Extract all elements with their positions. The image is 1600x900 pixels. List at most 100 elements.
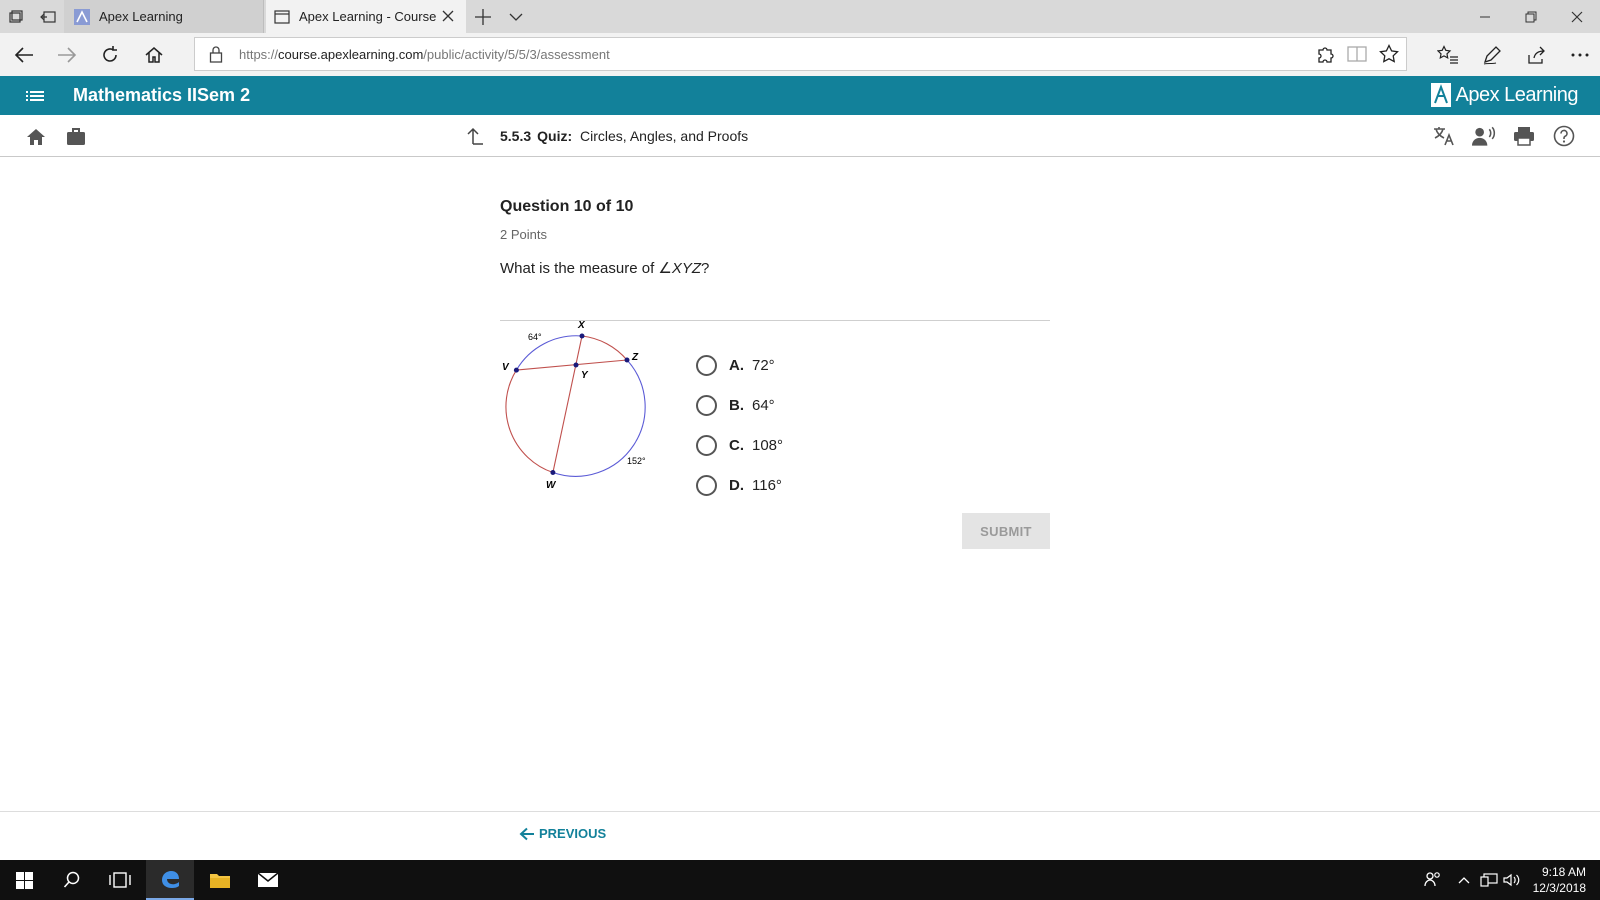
radio-button[interactable] — [696, 394, 717, 416]
point-x — [579, 333, 585, 339]
question-suffix: ? — [701, 260, 710, 277]
answer-value: 64° — [752, 396, 775, 414]
search-icon[interactable] — [48, 860, 96, 900]
radio-button[interactable] — [696, 434, 717, 456]
minimize-icon[interactable] — [1462, 0, 1508, 33]
close-tab-icon[interactable] — [440, 8, 456, 24]
up-level-arrow-icon[interactable] — [465, 126, 485, 146]
arc-xz — [581, 335, 628, 361]
course-home-icon[interactable] — [25, 126, 47, 148]
url-host: course.apexlearning.com — [278, 46, 424, 62]
pen-icon[interactable] — [1470, 39, 1514, 71]
share-icon[interactable] — [1514, 39, 1558, 71]
quiz-footer: PREVIOUS — [0, 811, 1600, 860]
label-x: X — [577, 320, 586, 331]
chevron-down-icon[interactable] — [503, 4, 529, 30]
tab-stack-icon[interactable] — [0, 0, 32, 33]
help-icon[interactable] — [1551, 123, 1576, 148]
previous-label: PREVIOUS — [539, 826, 607, 841]
address-bar[interactable]: https://course.apexlearning.com/public/a… — [194, 37, 1407, 71]
question-title: Question 10 of 10 — [500, 198, 634, 215]
answer-option-a[interactable]: A. 72° — [696, 345, 783, 385]
refresh-icon[interactable] — [94, 39, 126, 71]
angle-symbol: ∠ — [658, 260, 672, 277]
chord-vz — [516, 359, 628, 371]
favorites-hub-icon[interactable] — [1426, 39, 1470, 71]
translate-icon[interactable] — [1431, 123, 1456, 148]
close-window-icon[interactable] — [1554, 0, 1600, 33]
point-v — [513, 367, 519, 373]
system-tray: 9:18 AM 12/3/2018 — [1415, 860, 1600, 900]
activity-toolbar: 5.5.3 Quiz: Circles, Angles, and Proofs — [0, 115, 1600, 157]
home-icon[interactable] — [138, 39, 170, 71]
volume-icon[interactable] — [1501, 860, 1523, 900]
print-icon[interactable] — [1511, 123, 1536, 148]
set-aside-tabs-icon[interactable] — [32, 0, 64, 33]
submit-button[interactable]: SUBMIT — [962, 513, 1050, 549]
question-text: What is the measure of ∠XYZ? — [500, 259, 709, 277]
chevron-up-icon[interactable] — [1451, 860, 1477, 900]
answer-value: 116° — [752, 476, 782, 494]
point-w — [550, 470, 556, 475]
apex-learning-logo: Apex Learning — [1430, 81, 1579, 109]
answer-letter: C. — [729, 436, 744, 454]
arc-label-64: 64° — [528, 332, 542, 342]
course-title: Mathematics IISem 2 — [73, 85, 251, 105]
clock-time: 9:18 AM — [1541, 865, 1586, 879]
hamburger-menu-icon[interactable] — [24, 86, 46, 106]
course-header: Mathematics IISem 2 Apex Learning — [0, 76, 1600, 115]
answer-option-b[interactable]: B. 64° — [696, 385, 783, 425]
apex-logo-icon — [1430, 81, 1453, 109]
label-v: V — [502, 362, 510, 373]
answer-letter: A. — [729, 356, 744, 374]
answer-choices: A. 72° B. 64° C. 108° D. 116° — [696, 345, 783, 505]
browser-nav-bar: https://course.apexlearning.com/public/a… — [0, 33, 1600, 76]
new-tab-icon[interactable] — [470, 4, 496, 30]
circle-diagram: X Z V Y W 64° 152° — [502, 320, 646, 491]
url-text[interactable]: https://course.apexlearning.com/public/a… — [239, 47, 610, 62]
favorite-star-icon[interactable] — [1378, 43, 1400, 65]
arc-wv — [505, 369, 554, 474]
arc-label-152: 152° — [627, 456, 646, 466]
radio-button[interactable] — [696, 354, 717, 376]
clock-date: 12/3/2018 — [1532, 881, 1586, 895]
more-options-icon[interactable] — [1558, 39, 1600, 71]
taskbar-clock[interactable]: 9:18 AM 12/3/2018 — [1523, 864, 1600, 896]
brand-name: Apex Learning — [1455, 83, 1579, 106]
browser-tab-bar: Apex Learning Apex Learning - Course — [0, 0, 1600, 33]
briefcase-icon[interactable] — [65, 126, 87, 148]
angle-name: XYZ — [671, 260, 702, 277]
point-y — [573, 362, 579, 368]
task-view-icon[interactable] — [96, 860, 144, 900]
answer-value: 108° — [752, 436, 784, 454]
activity-breadcrumb: 5.5.3 Quiz: Circles, Angles, and Proofs — [500, 128, 748, 144]
restore-icon[interactable] — [1508, 0, 1554, 33]
activity-tools — [1431, 123, 1576, 148]
back-arrow-icon[interactable] — [8, 39, 40, 71]
forward-arrow-icon[interactable] — [51, 39, 83, 71]
mail-icon[interactable] — [244, 860, 292, 900]
answer-option-d[interactable]: D. 116° — [696, 465, 783, 505]
arrow-left-icon — [519, 827, 534, 840]
reading-view-icon[interactable] — [1346, 43, 1368, 65]
lock-icon[interactable] — [209, 45, 225, 63]
chord-xw — [552, 335, 583, 473]
file-explorer-icon[interactable] — [196, 860, 244, 900]
question-prompt: What is the measure of — [500, 260, 659, 277]
extension-puzzle-icon[interactable] — [1314, 43, 1336, 65]
tab-system-icons — [0, 0, 64, 33]
windows-start-icon[interactable] — [0, 860, 48, 900]
answer-option-c[interactable]: C. 108° — [696, 425, 783, 465]
label-z: Z — [631, 352, 639, 363]
radio-button[interactable] — [696, 474, 717, 496]
label-w: W — [546, 480, 557, 491]
people-icon[interactable] — [1415, 860, 1451, 900]
url-scheme: https:// — [239, 46, 279, 62]
edge-browser-icon[interactable] — [146, 860, 194, 900]
read-aloud-icon[interactable] — [1471, 123, 1496, 148]
previous-button[interactable]: PREVIOUS — [519, 826, 606, 841]
tab-apex-learning-course[interactable]: Apex Learning - Course — [266, 0, 466, 33]
network-icon[interactable] — [1477, 860, 1501, 900]
tab-apex-learning[interactable]: Apex Learning — [64, 0, 264, 33]
activity-number: 5.5.3 — [500, 128, 532, 144]
